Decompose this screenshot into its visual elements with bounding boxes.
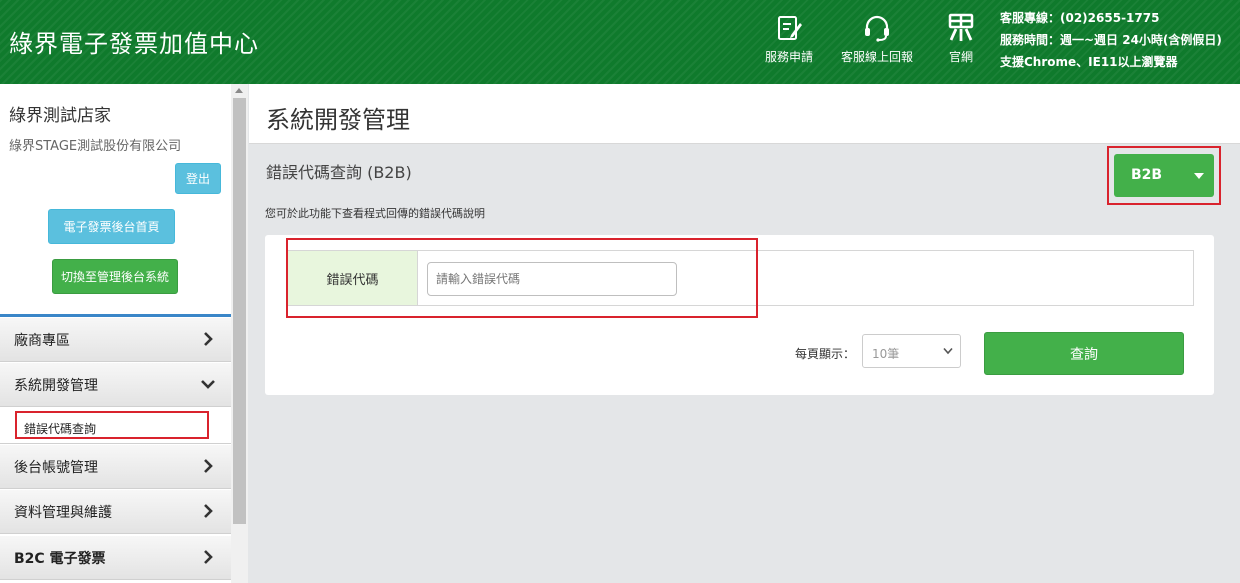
nav-label: 客服線上回報 [841, 50, 914, 64]
ecpay-logo-icon [948, 13, 974, 41]
query-button[interactable]: 查詢 [984, 332, 1184, 375]
section-title: 錯誤代碼查詢 (B2B) [266, 163, 412, 182]
sidebar-item-vendor-zone[interactable]: 廠商專區 [0, 318, 231, 362]
service-hotline: 客服專線：(02)2655-1775 [1000, 11, 1160, 25]
nav-online-support[interactable]: 客服線上回報 [841, 12, 913, 65]
chevron-right-icon [204, 332, 213, 346]
headset-icon [865, 15, 889, 42]
highlight-box [286, 238, 758, 318]
sidebar-item-data-mgmt[interactable]: 資料管理與維護 [0, 490, 231, 534]
sidebar-item-system-dev[interactable]: 系統開發管理 [0, 363, 231, 407]
edit-document-icon [778, 16, 802, 40]
nav-label: 官網 [948, 50, 973, 64]
nav-official-site[interactable]: 官網 [945, 12, 977, 65]
nav-service-apply[interactable]: 服務申請 [765, 12, 813, 65]
sidebar-divider [0, 314, 231, 317]
per-page-select[interactable]: 10筆 [862, 334, 961, 368]
shop-name: 綠界測試店家 [9, 106, 111, 126]
top-header: 綠界電子發票加值中心 服務申請 客服線上回報 官網 客服專線：(02)2655-… [0, 0, 1240, 84]
nav-label: 服務申請 [765, 50, 814, 64]
service-info: 客服專線：(02)2655-1775 服務時間：週一~週日 24小時(含例假日)… [1000, 7, 1222, 73]
chevron-right-icon [204, 504, 213, 518]
invoice-home-button[interactable]: 電子發票後台首頁 [48, 209, 175, 244]
chevron-down-icon [943, 347, 953, 355]
sidebar-item-label: 廠商專區 [14, 332, 70, 349]
chevron-down-icon [201, 380, 215, 389]
per-page-label: 每頁顯示： [795, 347, 856, 361]
highlight-box [15, 411, 209, 439]
sidebar-item-label: 後台帳號管理 [14, 459, 98, 476]
sidebar-item-label: B2C 電子發票 [14, 550, 106, 567]
chevron-right-icon [204, 550, 213, 564]
highlight-box [1107, 146, 1221, 205]
service-hours: 服務時間：週一~週日 24小時(含例假日) [1000, 33, 1222, 47]
site-brand[interactable]: 綠界電子發票加值中心 [9, 24, 259, 59]
sidebar-item-account-mgmt[interactable]: 後台帳號管理 [0, 445, 231, 489]
scroll-up-arrow-icon[interactable] [235, 88, 243, 93]
sidebar-item-b2c-invoice[interactable]: B2C 電子發票 [0, 536, 231, 580]
page-title: 系統開發管理 [266, 106, 410, 134]
sidebar-item-label: 系統開發管理 [14, 377, 98, 394]
company-name: 綠界STAGE測試股份有限公司 [9, 139, 182, 154]
sidebar-item-label: 資料管理與維護 [14, 504, 112, 521]
switch-admin-button[interactable]: 切換至管理後台系統 [52, 259, 178, 294]
browser-support: 支援Chrome、IE11以上瀏覽器 [1000, 55, 1178, 69]
section-description: 您可於此功能下查看程式回傳的錯誤代碼說明 [265, 207, 485, 220]
chevron-right-icon [204, 459, 213, 473]
per-page-value: 10筆 [872, 347, 900, 361]
sidebar: 綠界測試店家 綠界STAGE測試股份有限公司 登出 電子發票後台首頁 切換至管理… [0, 84, 231, 583]
scrollbar-thumb[interactable] [233, 98, 246, 524]
logout-button[interactable]: 登出 [175, 163, 221, 194]
